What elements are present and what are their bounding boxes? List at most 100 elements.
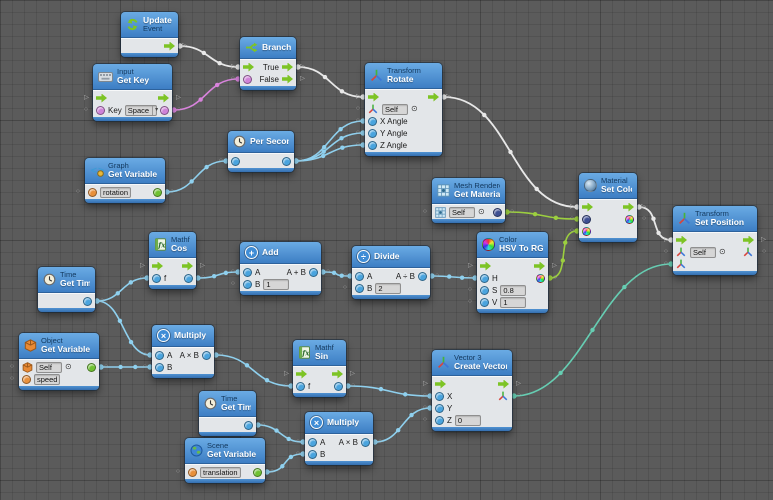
port-mathf-sin-blue-out[interactable] [334, 382, 343, 391]
field-input[interactable]: translation [200, 467, 241, 478]
port-scene-get-variable-green-out[interactable] [253, 468, 262, 477]
port-create-vector3-flow-in[interactable] [435, 380, 446, 389]
port-get-key-flow-in[interactable] [96, 94, 107, 103]
port-divide-b-in[interactable] [355, 284, 364, 293]
node-hsv-to-rgb[interactable]: ColorHSV To RGBHS0.8V1 [477, 232, 548, 313]
node-header[interactable]: ÷Divide [352, 246, 430, 268]
node-multiply-1[interactable]: ×MultiplyAA × BB [152, 325, 214, 378]
port-add-b-in[interactable] [243, 280, 252, 289]
port-transform-rotate-z-angle-in[interactable] [368, 141, 377, 150]
field-input[interactable]: 0.8 [500, 285, 526, 296]
port-add-a-in[interactable] [243, 268, 252, 277]
node-transform-rotate[interactable]: TransformRotateSelf⊙X AngleY AngleZ Angl… [365, 63, 442, 156]
field-input[interactable]: 2 [375, 283, 401, 294]
port-set-color-wheel-out[interactable] [625, 215, 634, 224]
port-create-vector3-vec-out[interactable] [498, 391, 509, 402]
port-multiply-2-a-b-out[interactable] [361, 438, 370, 447]
port-per-second-blue-in[interactable] [231, 157, 240, 166]
port-mathf-sin-flow-in[interactable] [296, 370, 307, 379]
node-header[interactable]: Per Second [228, 131, 294, 153]
node-header[interactable]: MaterialSet Color [579, 173, 637, 199]
node-header[interactable]: Mesh RendererGet Material [432, 178, 505, 204]
port-object-get-variable-green-out[interactable] [87, 363, 96, 372]
field-input[interactable]: rotation [100, 187, 131, 198]
node-header[interactable]: SceneGet Variable [185, 438, 265, 464]
field-input[interactable]: 1 [263, 279, 289, 290]
port-transform-rotate-flow-in[interactable] [368, 93, 379, 102]
port-create-vector3-flow-out[interactable] [498, 380, 509, 389]
field-input[interactable]: 1 [500, 297, 526, 308]
port-hsv-to-rgb-flow-in[interactable] [480, 262, 491, 271]
target-picker-icon[interactable]: ⊙ [411, 105, 418, 113]
port-mathf-cos-f-in[interactable] [152, 274, 161, 283]
port-divide-a-in[interactable] [355, 272, 364, 281]
field-input[interactable]: Self [382, 104, 408, 115]
port-branch-false-out[interactable] [282, 75, 293, 84]
port-scene-get-variable-orange-in[interactable] [188, 468, 197, 477]
node-scene-get-variable[interactable]: SceneGet Variable translation [185, 438, 265, 483]
port-multiply-2-b-in[interactable] [308, 450, 317, 459]
port-set-color-navy-in[interactable] [582, 215, 591, 224]
port-get-key-key-in[interactable] [96, 106, 105, 115]
port-branch-true-out[interactable] [282, 63, 293, 72]
port-set-color-flow-in[interactable] [582, 203, 593, 212]
port-set-color-flow-out[interactable] [623, 203, 634, 212]
port-mathf-cos-flow-out[interactable] [182, 262, 193, 271]
port-multiply-1-a-in[interactable] [155, 351, 164, 360]
port-transform-rotate-flow-out[interactable] [428, 93, 439, 102]
port-multiply-1-a-b-out[interactable] [202, 351, 211, 360]
field-input[interactable]: Self [36, 362, 62, 373]
target-picker-icon[interactable]: ⊙ [719, 248, 726, 256]
node-mathf-cos[interactable]: fxMathfCosf [149, 232, 196, 289]
field-input[interactable]: Self [690, 247, 716, 258]
node-header[interactable]: UpdateEvent [121, 12, 178, 38]
port-object-get-variable-orange-in[interactable] [22, 375, 31, 384]
port-multiply-1-b-in[interactable] [155, 363, 164, 372]
node-header[interactable]: +Add [240, 242, 321, 264]
node-create-vector3[interactable]: Vector 3Create Vector 3XYZ0 [432, 350, 512, 431]
port-create-vector3-x-in[interactable] [435, 392, 444, 401]
node-per-second[interactable]: Per Second [228, 131, 294, 172]
port-graph-get-variable-green-out[interactable] [153, 188, 162, 197]
port-mathf-cos-blue-out[interactable] [184, 274, 193, 283]
node-header[interactable]: fxMathfCos [149, 232, 196, 258]
node-header[interactable]: ObjectGet Variable [19, 333, 99, 359]
port-create-vector3-z-in[interactable] [435, 416, 444, 425]
node-header[interactable]: Branch [240, 37, 296, 59]
node-time-get-time-1[interactable]: TimeGet Time [38, 267, 95, 312]
node-graph-get-variable[interactable]: <>GraphGet Variable rotation [85, 158, 165, 203]
port-get-material-mesh-in[interactable] [435, 207, 446, 218]
port-hsv-to-rgb-flow-out[interactable] [534, 262, 545, 271]
node-multiply-2[interactable]: ×MultiplyAA × BB [305, 412, 373, 465]
port-create-vector3-y-in[interactable] [435, 404, 444, 413]
node-set-position[interactable]: TransformSet Position Self⊙ [673, 206, 757, 275]
field-input[interactable]: Self [449, 207, 475, 218]
port-hsv-to-rgb-v-in[interactable] [480, 298, 489, 307]
node-header[interactable]: Vector 3Create Vector 3 [432, 350, 512, 376]
port-set-position-vec-in[interactable] [676, 259, 687, 270]
node-header[interactable]: TimeGet Time [38, 267, 95, 293]
port-per-second-blue-out[interactable] [282, 157, 291, 166]
node-divide[interactable]: ÷DivideAA ÷ BB2 [352, 246, 430, 299]
port-multiply-2-a-in[interactable] [308, 438, 317, 447]
node-header[interactable]: TransformSet Position [673, 206, 757, 232]
node-header[interactable]: fxMathfSin [293, 340, 346, 366]
port-graph-get-variable-orange-in[interactable] [88, 188, 97, 197]
field-input[interactable]: speed [34, 374, 60, 385]
node-get-material[interactable]: Mesh RendererGet Material Self⊙ [432, 178, 505, 223]
graph-canvas[interactable]: UpdateEventInputGet KeyKeySpaceBranchTru… [0, 0, 773, 500]
port-time-get-time-1-blue-out[interactable] [83, 297, 92, 306]
node-mathf-sin[interactable]: fxMathfSinf [293, 340, 346, 397]
node-header[interactable]: ColorHSV To RGB [477, 232, 548, 258]
target-picker-icon[interactable]: ⊙ [478, 208, 485, 216]
port-branch-pink-in[interactable] [243, 75, 252, 84]
port-hsv-to-rgb-h-in[interactable] [480, 274, 489, 283]
field-input[interactable]: 0 [455, 415, 481, 426]
node-header[interactable]: TransformRotate [365, 63, 442, 89]
target-picker-icon[interactable]: ⊙ [65, 363, 72, 371]
node-get-key[interactable]: InputGet KeyKeySpace [93, 64, 172, 121]
port-set-position-axes-in[interactable] [676, 247, 687, 258]
node-header[interactable]: <>GraphGet Variable [85, 158, 165, 184]
field-dropdown[interactable]: Space [125, 105, 157, 116]
port-branch-flow-in[interactable] [243, 63, 254, 72]
